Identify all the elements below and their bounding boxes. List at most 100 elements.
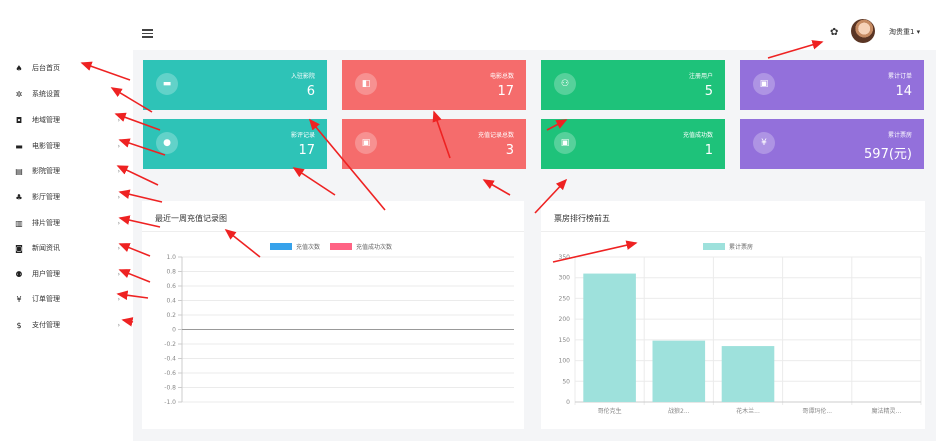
y-tick-label: -1.0 [164,399,176,406]
main-content: ✿ 淘贵重1 ▾ ▬ 入驻影院 6 ◧ 电影总数 17 ⚇ 注册用户 5 ▣ 累计订单 14 ● 影评记录… [133,0,936,441]
stat-card[interactable]: ● 影评记录 17 [143,119,327,169]
legend-swatch [330,243,352,250]
avatar[interactable] [851,19,875,43]
bar [583,273,636,402]
sidebar-item-label: 用户管理 [32,270,60,278]
y-tick-label: 0.8 [166,269,176,276]
stat-value: 17 [298,143,315,158]
cinema-icon: ▬ [156,73,178,95]
stat-value: 597(元) [864,147,912,162]
y-tick-label: 350 [559,254,571,261]
y-tick-label: -0.4 [164,356,176,363]
username-dropdown[interactable]: 淘贵重1 ▾ [889,27,920,37]
sidebar-item-label: 系统设置 [32,90,60,98]
y-tick-label: 50 [562,378,570,385]
yen-icon: ¥ [753,132,775,154]
y-tick-label: 100 [559,358,571,365]
sidebar-item-label: 排片管理 [32,219,60,227]
legend-label: 充值次数 [296,243,320,251]
stat-card[interactable]: ▣ 充值记录总数 3 [342,119,526,169]
box-office-bar-chart: 350 300 250 200 150 100 50 0 哥伦克生 战狼2... 花木兰... 哥谭玛… [559,243,922,415]
recharge-icon: ▣ [355,132,377,154]
stat-title: 充值记录总数 [477,132,514,139]
stat-title: 入驻影院 [290,73,315,80]
home-icon: ♠ [15,63,23,73]
sidebar-item-4[interactable]: ▤ 影院管理 › [14,161,126,181]
y-tick-label: 1.0 [166,254,176,261]
stat-card[interactable]: ▣ 充值成功数 1 [541,119,725,169]
film-reel-icon: ◧ [355,73,377,95]
sidebar-item-8[interactable]: ⚉ 用户管理 › [14,264,126,284]
sidebar-item-label: 影厅管理 [32,193,60,201]
y-tick-label: 0.6 [166,283,176,290]
gear-icon: ✲ [15,89,23,99]
hamburger-menu-icon[interactable] [142,29,153,38]
sidebar-item-5[interactable]: ♣ 影厅管理 › [14,187,126,207]
stat-value: 3 [505,143,514,158]
bar [652,340,706,402]
schedule-icon: ▥ [15,218,23,228]
order-icon: ▣ [753,73,775,95]
stat-card[interactable]: ▬ 入驻影院 6 [143,60,327,110]
sidebar: ♠ 后台首页 ✲ 系统设置 › ◘ 地域管理 › ▬ 电影管理 › ▤ 影院管理 › ♣ 影厅管理 › ▥ 排片管理… [0,0,133,441]
y-tick-label: 200 [559,316,571,323]
y-tick-label: 0 [172,327,176,334]
seat-icon: ♣ [15,192,23,202]
success-icon: ▣ [554,132,576,154]
stat-card[interactable]: ¥ 累计票房 597(元) [740,119,924,169]
stat-value: 6 [306,84,315,99]
chevron-right-icon: › [117,167,120,175]
y-tick-label: -0.6 [164,370,176,377]
chevron-right-icon: › [117,193,120,201]
sidebar-item-label: 电影管理 [32,142,60,150]
sidebar-item-label: 地域管理 [32,116,60,124]
y-tick-label: 0.4 [166,298,176,305]
stat-card[interactable]: ▣ 累计订单 14 [740,60,924,110]
sidebar-item-9[interactable]: ¥ 订单管理 › [14,289,126,309]
sidebar-item-label: 新闻资讯 [32,244,60,252]
sidebar-item-0[interactable]: ♠ 后台首页 [14,58,126,78]
sidebar-item-10[interactable]: $ 支付管理 › [14,315,126,335]
chevron-right-icon: › [117,90,120,98]
stat-value: 1 [704,143,713,158]
x-tick-label: 花木兰... [736,407,760,415]
chevron-right-icon: › [117,116,120,124]
stat-value: 17 [497,84,514,99]
recharge-line-chart: 1.0 0.8 0.6 0.4 0.2 0 -0.2 -0.4 -0.6 -0.8 -1.0 充值次数… [164,243,514,406]
y-tick-label: 300 [559,275,571,282]
palette-icon[interactable]: ✿ [830,27,838,38]
stat-title: 累计票房 [887,132,912,139]
dollar-icon: $ [16,320,22,330]
x-tick-label: 魔法精灵... [872,407,902,415]
recharge-chart-panel: 最近一周充值记录图 1.0 0.8 0.6 0.4 0.2 0 -0.2 -0.4 -0.6 -0… [142,201,524,429]
sidebar-item-1[interactable]: ✲ 系统设置 › [14,84,126,104]
top-bar: ✿ 淘贵重1 ▾ [133,0,936,50]
y-tick-label: 250 [559,295,571,302]
chevron-right-icon: › [117,295,120,303]
stat-title: 累计订单 [887,73,912,80]
chevron-right-icon: › [117,142,120,150]
bar [721,346,775,402]
chevron-right-icon: › [117,244,120,252]
stat-card[interactable]: ◧ 电影总数 17 [342,60,526,110]
stat-title: 电影总数 [489,73,514,80]
sidebar-item-2[interactable]: ◘ 地域管理 › [14,110,126,130]
sidebar-item-3[interactable]: ▬ 电影管理 › [14,136,126,156]
yen-icon: ¥ [16,294,22,304]
stat-value: 5 [704,84,713,99]
location-icon: ● [156,132,178,154]
sidebar-item-label: 支付管理 [32,321,60,329]
stat-title: 影评记录 [290,132,315,139]
chevron-right-icon: › [117,219,120,227]
legend-swatch [703,243,725,250]
y-tick-label: 150 [559,337,571,344]
users-icon: ⚉ [15,269,23,279]
x-tick-label: 哥伦克生 [598,407,622,415]
sidebar-item-6[interactable]: ▥ 排片管理 › [14,213,126,233]
sidebar-item-label: 影院管理 [32,167,60,175]
sidebar-item-7[interactable]: ◙ 新闻资讯 › [14,238,126,258]
sidebar-item-label: 后台首页 [32,64,60,72]
stat-card[interactable]: ⚇ 注册用户 5 [541,60,725,110]
users-icon: ⚇ [554,73,576,95]
map-icon: ◘ [15,115,23,125]
